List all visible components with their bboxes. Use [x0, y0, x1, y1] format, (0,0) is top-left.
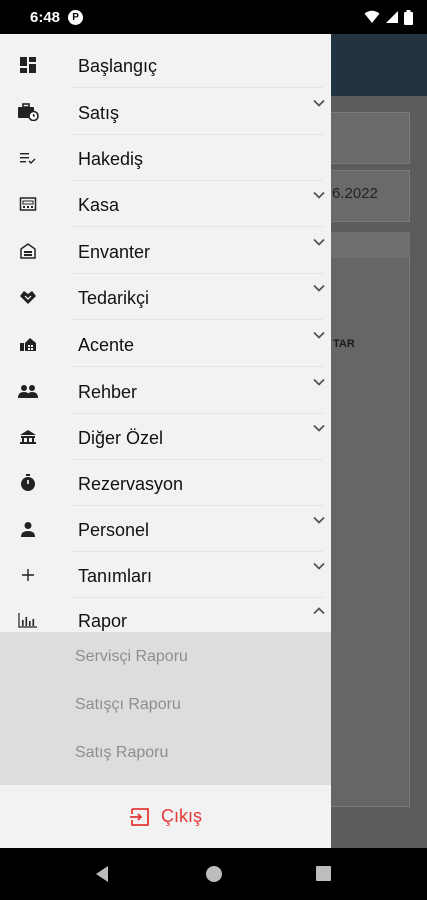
stopwatch-icon — [17, 472, 39, 494]
recents-icon[interactable] — [315, 865, 332, 882]
menu-item-acente[interactable]: Acente — [0, 321, 331, 367]
background-table-header — [318, 232, 410, 258]
menu-item-label: Başlangıç — [78, 56, 158, 76]
chevron-down-icon[interactable] — [311, 327, 327, 343]
chevron-down-icon[interactable] — [311, 234, 327, 250]
menu-item-rezervasyon[interactable]: Rezervasyon — [0, 460, 331, 506]
menu-item-diger-ozel[interactable]: Diğer Özel — [0, 414, 331, 460]
menu-item-baslangic[interactable]: Başlangıç — [0, 42, 331, 88]
menu-item-label: Kasa — [78, 195, 120, 215]
logout-icon — [129, 807, 149, 826]
chevron-down-icon[interactable] — [311, 187, 327, 203]
menu-item-kasa[interactable]: Kasa — [0, 181, 331, 227]
chevron-down-icon[interactable] — [311, 512, 327, 528]
background-table — [318, 232, 410, 807]
system-navigation-bar — [0, 848, 427, 900]
background-date-text: 6.2022 — [332, 185, 378, 202]
list-check-icon — [17, 147, 39, 169]
status-bar: 6:48 P — [0, 0, 427, 34]
submenu-item-satisci-raporu[interactable]: Satışçı Raporu — [75, 696, 181, 714]
chevron-down-icon[interactable] — [311, 374, 327, 390]
divider — [72, 366, 323, 367]
menu-item-rehber[interactable]: Rehber — [0, 368, 331, 414]
logout-button[interactable]: Çıkış — [0, 785, 331, 848]
agency-icon — [17, 333, 39, 355]
drawer-menu: Başlangıç Satış Hakediş Kasa Envanter Te… — [0, 34, 331, 632]
menu-item-label: Tanımları — [78, 566, 153, 586]
menu-item-envanter[interactable]: Envanter — [0, 228, 331, 274]
menu-item-satis[interactable]: Satış — [0, 89, 331, 135]
menu-item-hakedis[interactable]: Hakediş — [0, 135, 331, 181]
divider — [72, 226, 323, 227]
chevron-down-icon[interactable] — [311, 280, 327, 296]
back-icon[interactable] — [94, 865, 110, 883]
cash-register-icon — [17, 193, 39, 215]
logout-label: Çıkış — [160, 806, 202, 826]
briefcase-clock-icon — [17, 101, 39, 123]
dashboard-icon — [17, 54, 39, 76]
chevron-down-icon[interactable] — [311, 95, 327, 111]
divider — [72, 87, 323, 88]
bar-chart-icon — [17, 609, 39, 631]
chevron-down-icon[interactable] — [311, 558, 327, 574]
menu-item-personel[interactable]: Personel — [0, 506, 331, 552]
menu-item-label: Tedarikçi — [78, 288, 150, 308]
menu-item-label: Diğer Özel — [78, 428, 164, 448]
menu-item-label: Rapor — [78, 611, 128, 631]
notification-app-icon: P — [68, 9, 84, 25]
navigation-drawer: Başlangıç Satış Hakediş Kasa Envanter Te… — [0, 34, 331, 848]
chevron-down-icon[interactable] — [311, 420, 327, 436]
submenu-item-satis-raporu[interactable]: Satış Raporu — [75, 744, 168, 762]
home-icon[interactable] — [205, 865, 223, 883]
divider — [72, 319, 323, 320]
plus-icon — [17, 564, 39, 586]
menu-item-label: Acente — [78, 335, 135, 355]
menu-item-label: Personel — [78, 520, 150, 540]
signal-icon — [386, 11, 398, 23]
status-icons — [364, 9, 413, 25]
menu-item-tedarikci[interactable]: Tedarikçi — [0, 274, 331, 320]
menu-item-tanimlari[interactable]: Tanımları — [0, 552, 331, 598]
submenu-item-servisci-raporu[interactable]: Servisçi Raporu — [75, 648, 188, 666]
warehouse-icon — [17, 240, 39, 262]
status-time: 6:48 — [30, 8, 61, 26]
menu-item-label: Rezervasyon — [78, 474, 184, 494]
menu-item-label: Envanter — [78, 242, 151, 262]
menu-item-label: Rehber — [78, 382, 138, 402]
bank-icon — [17, 426, 39, 448]
chevron-up-icon[interactable] — [311, 603, 327, 619]
people-icon — [17, 380, 39, 402]
background-column-text: TAR — [333, 338, 355, 350]
background-card — [318, 112, 410, 164]
battery-icon — [404, 9, 413, 25]
wifi-icon — [364, 10, 380, 23]
handshake-icon — [17, 286, 39, 308]
rapor-submenu: Servisçi Raporu Satışçı Raporu Satış Rap… — [0, 632, 331, 785]
menu-item-label: Satış — [78, 103, 120, 123]
menu-item-label: Hakediş — [78, 149, 144, 169]
person-icon — [17, 518, 39, 540]
